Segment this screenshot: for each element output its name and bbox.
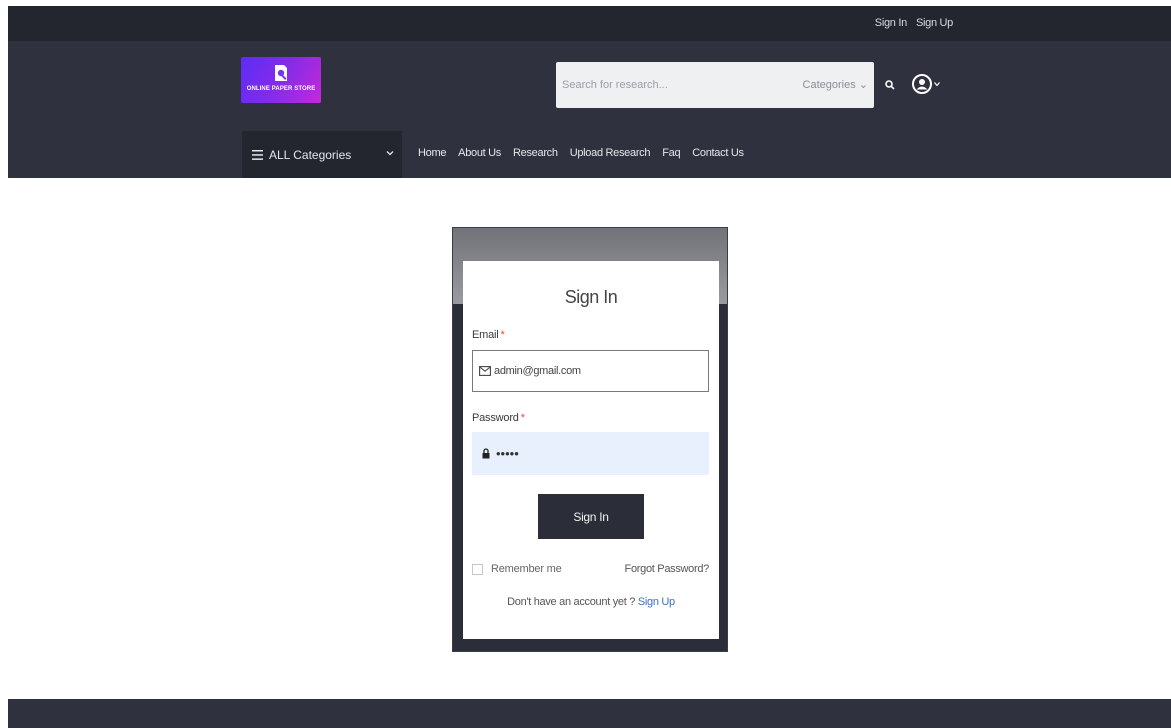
- auth-links: Sign In Sign Up: [875, 17, 954, 29]
- header: ONLINE PAPER STORE Categories ⌄: [8, 41, 1171, 178]
- email-label-text: Email: [472, 329, 499, 341]
- no-account-text: Don't have an account yet ?: [507, 596, 636, 608]
- logo-icon: [275, 65, 287, 81]
- remember-me-checkbox[interactable]: [472, 563, 483, 575]
- chevron-down-icon: [386, 151, 394, 156]
- required-mark: *: [520, 412, 525, 424]
- site-logo[interactable]: ONLINE PAPER STORE: [241, 57, 321, 103]
- nav-about-us[interactable]: About Us: [458, 147, 501, 159]
- chevron-down-icon: [934, 82, 940, 87]
- password-field[interactable]: [472, 432, 709, 475]
- nav-contact-us[interactable]: Contact Us: [692, 147, 744, 159]
- search-icon: [885, 80, 895, 90]
- form-title: Sign In: [564, 287, 618, 307]
- signup-prompt: Don't have an account yet ? Sign Up: [463, 596, 719, 608]
- user-circle-icon: [912, 74, 932, 94]
- sign-in-button[interactable]: Sign In: [538, 494, 644, 539]
- all-categories-button[interactable]: ALL Categories: [242, 131, 402, 178]
- password-label: Password *: [472, 412, 525, 424]
- login-card: Sign In Email* Password* Sign In Remembe…: [463, 261, 719, 639]
- search-input[interactable]: [562, 75, 742, 95]
- chevron-down-icon: ⌄: [858, 79, 868, 91]
- nav-row: ALL Categories Home About Us Research Up…: [8, 131, 1171, 178]
- all-categories-label: ALL Categories: [269, 147, 352, 162]
- email-input[interactable]: [494, 365, 694, 377]
- nav-research[interactable]: Research: [513, 147, 558, 159]
- password-label-text: Password: [472, 412, 519, 424]
- hamburger-icon: [252, 149, 263, 160]
- nav-faq[interactable]: Faq: [662, 147, 680, 159]
- top-signup-link[interactable]: Sign Up: [916, 17, 953, 29]
- category-select[interactable]: Categories ⌄: [803, 78, 868, 91]
- footer: [8, 699, 1171, 728]
- search-button[interactable]: [877, 62, 903, 108]
- lock-icon: [482, 448, 490, 459]
- page: Sign In Sign Up ONLINE PAPER STORE Categ…: [0, 0, 1171, 728]
- top-signin-link[interactable]: Sign In: [875, 17, 907, 29]
- user-menu[interactable]: [912, 74, 940, 94]
- password-input[interactable]: [496, 446, 686, 461]
- remember-me-label: Remember me: [491, 563, 562, 575]
- required-mark: *: [500, 329, 505, 341]
- email-label: Email *: [472, 329, 505, 341]
- top-bar: Sign In Sign Up: [8, 6, 1171, 41]
- nav-home[interactable]: Home: [418, 147, 446, 159]
- category-select-label: Categories: [802, 79, 856, 91]
- nav-upload-research[interactable]: Upload Research: [570, 147, 651, 159]
- sign-up-link[interactable]: Sign Up: [638, 596, 675, 608]
- search-bar: Categories ⌄: [556, 62, 874, 108]
- main-nav: Home About Us Research Upload Research F…: [418, 147, 744, 159]
- remember-me: Remember me: [472, 563, 562, 575]
- envelope-icon: [479, 366, 491, 376]
- forgot-password-link[interactable]: Forgot Password?: [625, 563, 710, 575]
- logo-text: ONLINE PAPER STORE: [246, 86, 316, 92]
- email-field[interactable]: [472, 350, 709, 392]
